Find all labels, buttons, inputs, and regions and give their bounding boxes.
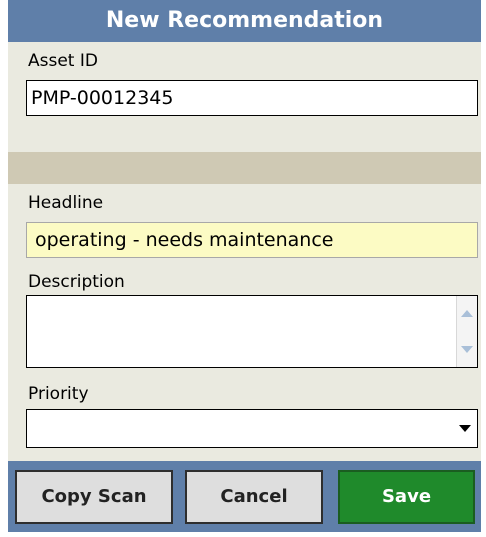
save-button[interactable]: Save (338, 470, 475, 524)
asset-id-label: Asset ID (28, 51, 98, 71)
headline-label: Headline (28, 193, 104, 213)
description-scrollbar[interactable] (456, 296, 477, 367)
scroll-up-arrow-icon[interactable] (461, 310, 473, 317)
dropdown-arrow-icon[interactable] (459, 425, 471, 432)
copy-scan-button[interactable]: Copy Scan (15, 470, 173, 524)
priority-select[interactable] (26, 409, 478, 448)
recommendation-form: New Recommendation Asset ID PMP-00012345… (8, 0, 481, 532)
asset-id-input[interactable]: PMP-00012345 (26, 80, 478, 116)
scroll-down-arrow-icon[interactable] (461, 346, 473, 353)
priority-label: Priority (28, 384, 89, 404)
button-bar: Copy Scan Cancel Save (8, 461, 481, 532)
description-textarea[interactable] (26, 295, 478, 368)
section-separator (8, 152, 481, 184)
cancel-button[interactable]: Cancel (185, 470, 323, 524)
window-title: New Recommendation (8, 0, 481, 42)
headline-input[interactable]: operating - needs maintenance (26, 222, 478, 258)
description-label: Description (28, 272, 125, 292)
